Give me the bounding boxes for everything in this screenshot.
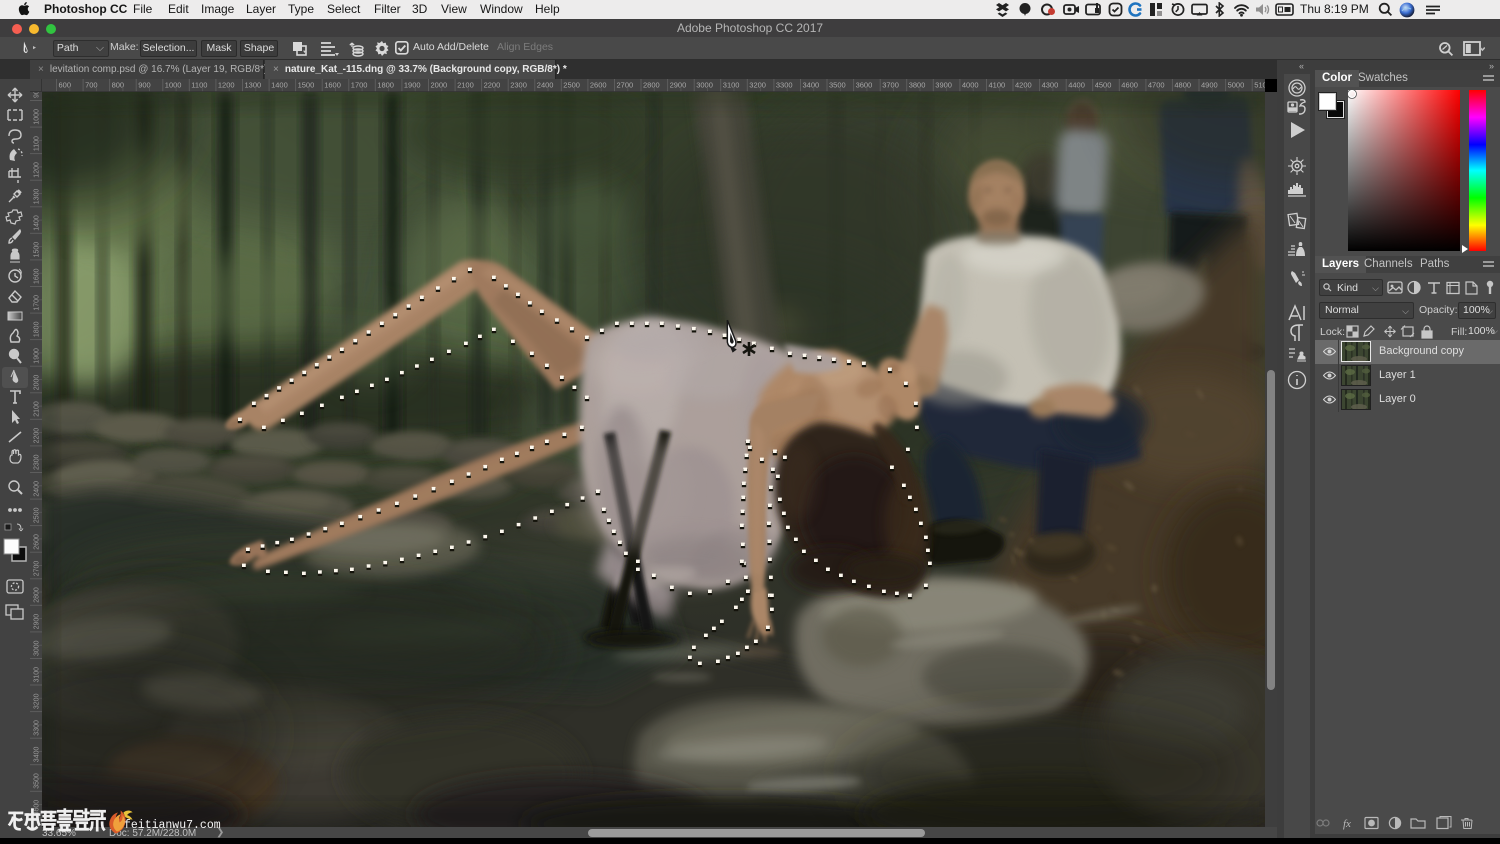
svg-text:2700: 2700: [34, 561, 41, 577]
svg-text:2900: 2900: [34, 614, 41, 630]
svg-text:5000: 5000: [1228, 81, 1245, 90]
svg-text:1700: 1700: [34, 295, 41, 311]
svg-text:1800: 1800: [34, 321, 41, 337]
svg-text:1400: 1400: [34, 215, 41, 231]
svg-text:4200: 4200: [1015, 81, 1032, 90]
svg-text:2400: 2400: [34, 481, 41, 497]
svg-text:1600: 1600: [324, 81, 341, 90]
svg-text:3300: 3300: [776, 81, 793, 90]
svg-text:3300: 3300: [34, 720, 41, 736]
svg-text:4400: 4400: [1068, 81, 1085, 90]
svg-text:4800: 4800: [1174, 81, 1191, 90]
svg-text:1500: 1500: [298, 81, 315, 90]
svg-text:3400: 3400: [803, 81, 820, 90]
svg-text:1200: 1200: [218, 81, 235, 90]
svg-text:2100: 2100: [457, 81, 474, 90]
svg-text:3700: 3700: [882, 81, 899, 90]
svg-text:2500: 2500: [563, 81, 580, 90]
svg-text:4500: 4500: [1095, 81, 1112, 90]
svg-text:800: 800: [112, 81, 125, 90]
svg-text:1200: 1200: [34, 162, 41, 178]
svg-text:3100: 3100: [723, 81, 740, 90]
svg-text:feitianwu7.com: feitianwu7.com: [124, 819, 221, 832]
svg-text:1600: 1600: [34, 268, 41, 284]
svg-text:3400: 3400: [34, 747, 41, 763]
svg-text:1300: 1300: [245, 81, 262, 90]
svg-text:4900: 4900: [1201, 81, 1218, 90]
svg-text:3000: 3000: [696, 81, 713, 90]
svg-text:4000: 4000: [962, 81, 979, 90]
svg-text:3000: 3000: [34, 640, 41, 656]
svg-text:1900: 1900: [404, 81, 421, 90]
svg-text:3500: 3500: [829, 81, 846, 90]
svg-text:3100: 3100: [34, 667, 41, 683]
svg-text:3200: 3200: [749, 81, 766, 90]
svg-text:3900: 3900: [935, 81, 952, 90]
svg-text:600: 600: [59, 81, 72, 90]
svg-text:1900: 1900: [34, 348, 41, 364]
svg-text:2000: 2000: [431, 81, 448, 90]
svg-text:3200: 3200: [34, 693, 41, 709]
svg-text:1100: 1100: [34, 136, 41, 151]
svg-text:2800: 2800: [643, 81, 660, 90]
svg-text:4100: 4100: [989, 81, 1006, 90]
svg-text:1300: 1300: [34, 189, 41, 205]
svg-text:2800: 2800: [34, 587, 41, 603]
svg-text:3600: 3600: [856, 81, 873, 90]
svg-text:2300: 2300: [34, 454, 41, 470]
svg-text:2700: 2700: [617, 81, 634, 90]
svg-text:4600: 4600: [1121, 81, 1138, 90]
svg-text:1000: 1000: [165, 81, 182, 90]
svg-text:1400: 1400: [271, 81, 288, 90]
svg-text:2600: 2600: [34, 534, 41, 550]
svg-text:4300: 4300: [1042, 81, 1059, 90]
svg-text:4700: 4700: [1148, 81, 1165, 90]
svg-text:1100: 1100: [191, 81, 207, 90]
svg-text:2100: 2100: [34, 401, 41, 417]
svg-text:1700: 1700: [351, 81, 368, 90]
svg-text:700: 700: [85, 81, 98, 90]
svg-text:900: 900: [34, 92, 41, 98]
svg-text:2500: 2500: [34, 507, 41, 523]
svg-text:1000: 1000: [34, 109, 41, 125]
svg-text:2300: 2300: [510, 81, 527, 90]
svg-text:2200: 2200: [34, 428, 41, 444]
svg-text:2400: 2400: [537, 81, 554, 90]
svg-text:3800: 3800: [909, 81, 926, 90]
svg-text:2900: 2900: [670, 81, 687, 90]
svg-text:2600: 2600: [590, 81, 607, 90]
svg-text:2200: 2200: [484, 81, 501, 90]
svg-text:1500: 1500: [34, 242, 41, 258]
svg-text:3500: 3500: [34, 773, 41, 789]
svg-text:fx: fx: [1343, 818, 1351, 830]
svg-text:2000: 2000: [34, 375, 41, 391]
svg-text:5100: 5100: [1254, 81, 1265, 90]
svg-text:900: 900: [138, 81, 151, 90]
svg-text:1800: 1800: [377, 81, 394, 90]
